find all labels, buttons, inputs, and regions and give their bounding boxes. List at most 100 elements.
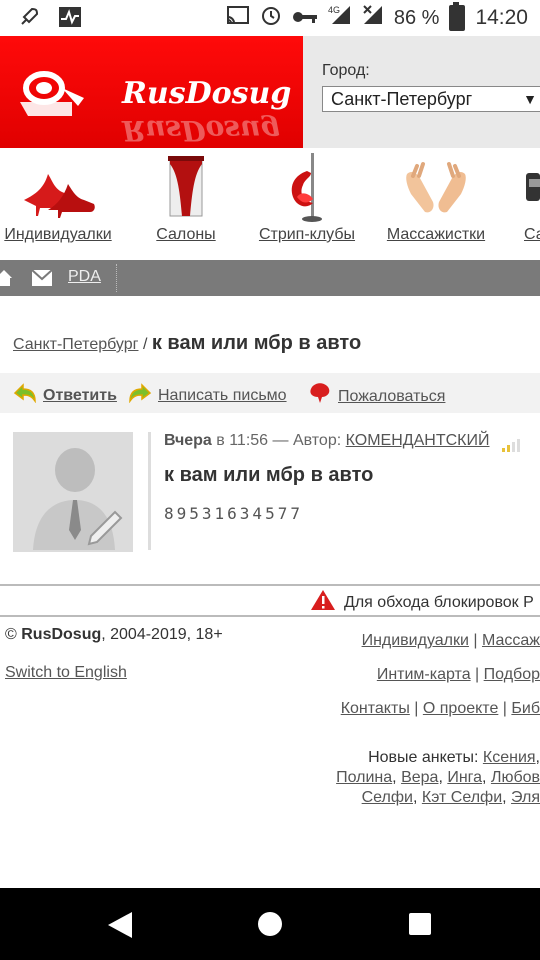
reply-arrow-icon (13, 383, 37, 408)
city-label: Город: (322, 62, 370, 79)
category-label: Стрип-клубы (258, 226, 356, 243)
write-letter-label: Написать письмо (158, 386, 287, 404)
copyright: © RusDosug, 2004-2019, 18+ (5, 626, 223, 643)
recent-apps-icon[interactable] (409, 913, 431, 935)
logo-brand-reflection: RusDosug (122, 114, 281, 147)
warning-icon (310, 589, 336, 616)
system-nav-bar (0, 888, 540, 960)
footer-link-library[interactable]: Биб (511, 700, 540, 717)
key-icon (292, 7, 318, 30)
new-profiles-line2: Полина, Вера, Инга, Любов (336, 769, 540, 786)
category-strip: Индивидуалки Салоны Стрип-клубы Массажис… (0, 148, 540, 256)
complain-button[interactable]: Пожаловаться (308, 383, 445, 410)
avatar[interactable] (13, 432, 133, 552)
dropdown-arrow-icon: ▼ (523, 91, 537, 107)
breadcrumb-separator: / (142, 336, 148, 353)
new-profile-link[interactable]: Эля (511, 789, 540, 806)
footer-links-row2: Интим-карта | Подбор (376, 666, 540, 683)
alarm-icon (260, 4, 282, 32)
copyright-years: , 2004-2019, 18+ (101, 626, 223, 643)
block-bypass-notice[interactable]: Для обхода блокировок Р (310, 589, 534, 616)
new-profile-link[interactable]: Любов (491, 769, 540, 786)
home-circle-icon[interactable] (258, 912, 282, 936)
footer-links-row1: Индивидуалки | Массаж (361, 632, 540, 649)
switch-language-link[interactable]: Switch to English (5, 664, 127, 682)
post-phone: 89531634577 (164, 504, 303, 523)
category-strip-clubs[interactable]: Стрип-клубы (252, 148, 362, 256)
block-bypass-text: Для обхода блокировок Р (344, 593, 534, 611)
cast-icon (226, 5, 250, 31)
svg-text:4G: 4G (328, 5, 340, 15)
action-bar: Ответить Написать письмо Пожаловаться (0, 373, 540, 413)
footer-link-about[interactable]: О проекте (423, 700, 498, 717)
footer-links-row3: Контакты | О проекте | Биб (340, 700, 540, 717)
post-author-link[interactable]: КОМЕНДАНТСКИЙ (346, 432, 490, 449)
signal-4g-icon: 4G (328, 4, 352, 32)
logo-rings-icon (12, 58, 92, 143)
partial-category-icon (524, 148, 540, 226)
complain-icon (308, 383, 332, 410)
clock: 14:20 (475, 6, 528, 29)
new-profiles-line1: Новые анкеты: Ксения, (368, 749, 540, 766)
massage-hands-icon (380, 148, 492, 226)
status-bar: 4G 86 % 14:20 (0, 0, 540, 36)
mail-icon[interactable] (31, 269, 53, 291)
new-profile-link[interactable]: Инга (447, 769, 482, 786)
breadcrumb-city-link[interactable]: Санкт-Петербург (13, 336, 138, 353)
rating-bars-icon (502, 436, 522, 452)
footer-link-massage[interactable]: Массаж (482, 632, 540, 649)
category-label: Са (524, 226, 540, 243)
signal-no-service-icon (362, 4, 384, 32)
category-label: Индивидуалки (4, 226, 112, 243)
back-icon[interactable] (108, 912, 132, 938)
new-profile-link[interactable]: Кэт Селфи (422, 789, 502, 806)
category-salons[interactable]: Салоны (146, 148, 226, 256)
site-header: RusDosug RusDosug Город: Санкт-Петербург… (0, 36, 540, 148)
new-profiles-line3: Селфи, Кэт Селфи, Эля (361, 789, 540, 806)
new-profile-link[interactable]: Вера (401, 769, 438, 786)
page-title: к вам или мбр в авто (151, 332, 362, 354)
activity-icon (58, 6, 82, 33)
pole-dance-icon (252, 148, 362, 226)
red-heels-icon (0, 148, 116, 226)
new-profile-link[interactable]: Ксения (483, 749, 536, 766)
battery-icon (449, 2, 466, 31)
site-logo[interactable]: RusDosug RusDosug (0, 36, 303, 148)
category-partial[interactable]: Са (524, 148, 540, 256)
new-profiles-label: Новые анкеты: (368, 749, 479, 766)
post: Вчера в 11:56 — Автор: КОМЕНДАНТСКИЙ к в… (0, 428, 540, 556)
complain-label: Пожаловаться (338, 387, 446, 405)
post-time: в 11:56 — Автор: (216, 432, 342, 449)
home-icon[interactable] (0, 268, 12, 293)
new-profile-link[interactable]: Селфи (362, 789, 413, 806)
letter-arrow-icon (128, 383, 152, 408)
footer-link-contacts[interactable]: Контакты (341, 700, 410, 717)
reply-button[interactable]: Ответить (13, 383, 117, 408)
post-title: к вам или мбр в авто (164, 464, 374, 486)
city-select-value: Санкт-Петербург (331, 89, 473, 109)
breadcrumb: Санкт-Петербург / к вам или мбр в авто (13, 332, 361, 355)
rocket-icon (18, 6, 40, 33)
default-user-icon (13, 432, 133, 552)
reply-label: Ответить (43, 386, 117, 404)
category-masseuses[interactable]: Массажистки (380, 148, 492, 256)
post-date: Вчера (164, 432, 212, 449)
footer-divider-bottom (0, 615, 540, 617)
footer-link-selection[interactable]: Подбор (484, 666, 540, 683)
category-individuals[interactable]: Индивидуалки (0, 148, 116, 256)
category-label: Салоны (156, 226, 216, 243)
post-divider (148, 432, 151, 550)
write-letter-button[interactable]: Написать письмо (128, 383, 287, 408)
footer-divider-top (0, 584, 540, 586)
post-meta: Вчера в 11:56 — Автор: КОМЕНДАНТСКИЙ (164, 432, 489, 450)
new-profile-link[interactable]: Полина (336, 769, 392, 786)
battery-percent: 86 % (393, 6, 440, 29)
footer-link-individuals[interactable]: Индивидуалки (362, 632, 469, 649)
city-select[interactable]: Санкт-Петербург ▼ (322, 86, 540, 112)
logo-brand-text: RusDosug (122, 76, 292, 111)
new-profiles: Новые анкеты: Ксения, Полина, Вера, Инга… (310, 748, 540, 808)
navbar-divider (116, 264, 118, 292)
footer-link-intim-map[interactable]: Интим-карта (377, 666, 471, 683)
copyright-brand: RusDosug (21, 626, 102, 643)
pda-link[interactable]: PDA (68, 268, 101, 286)
